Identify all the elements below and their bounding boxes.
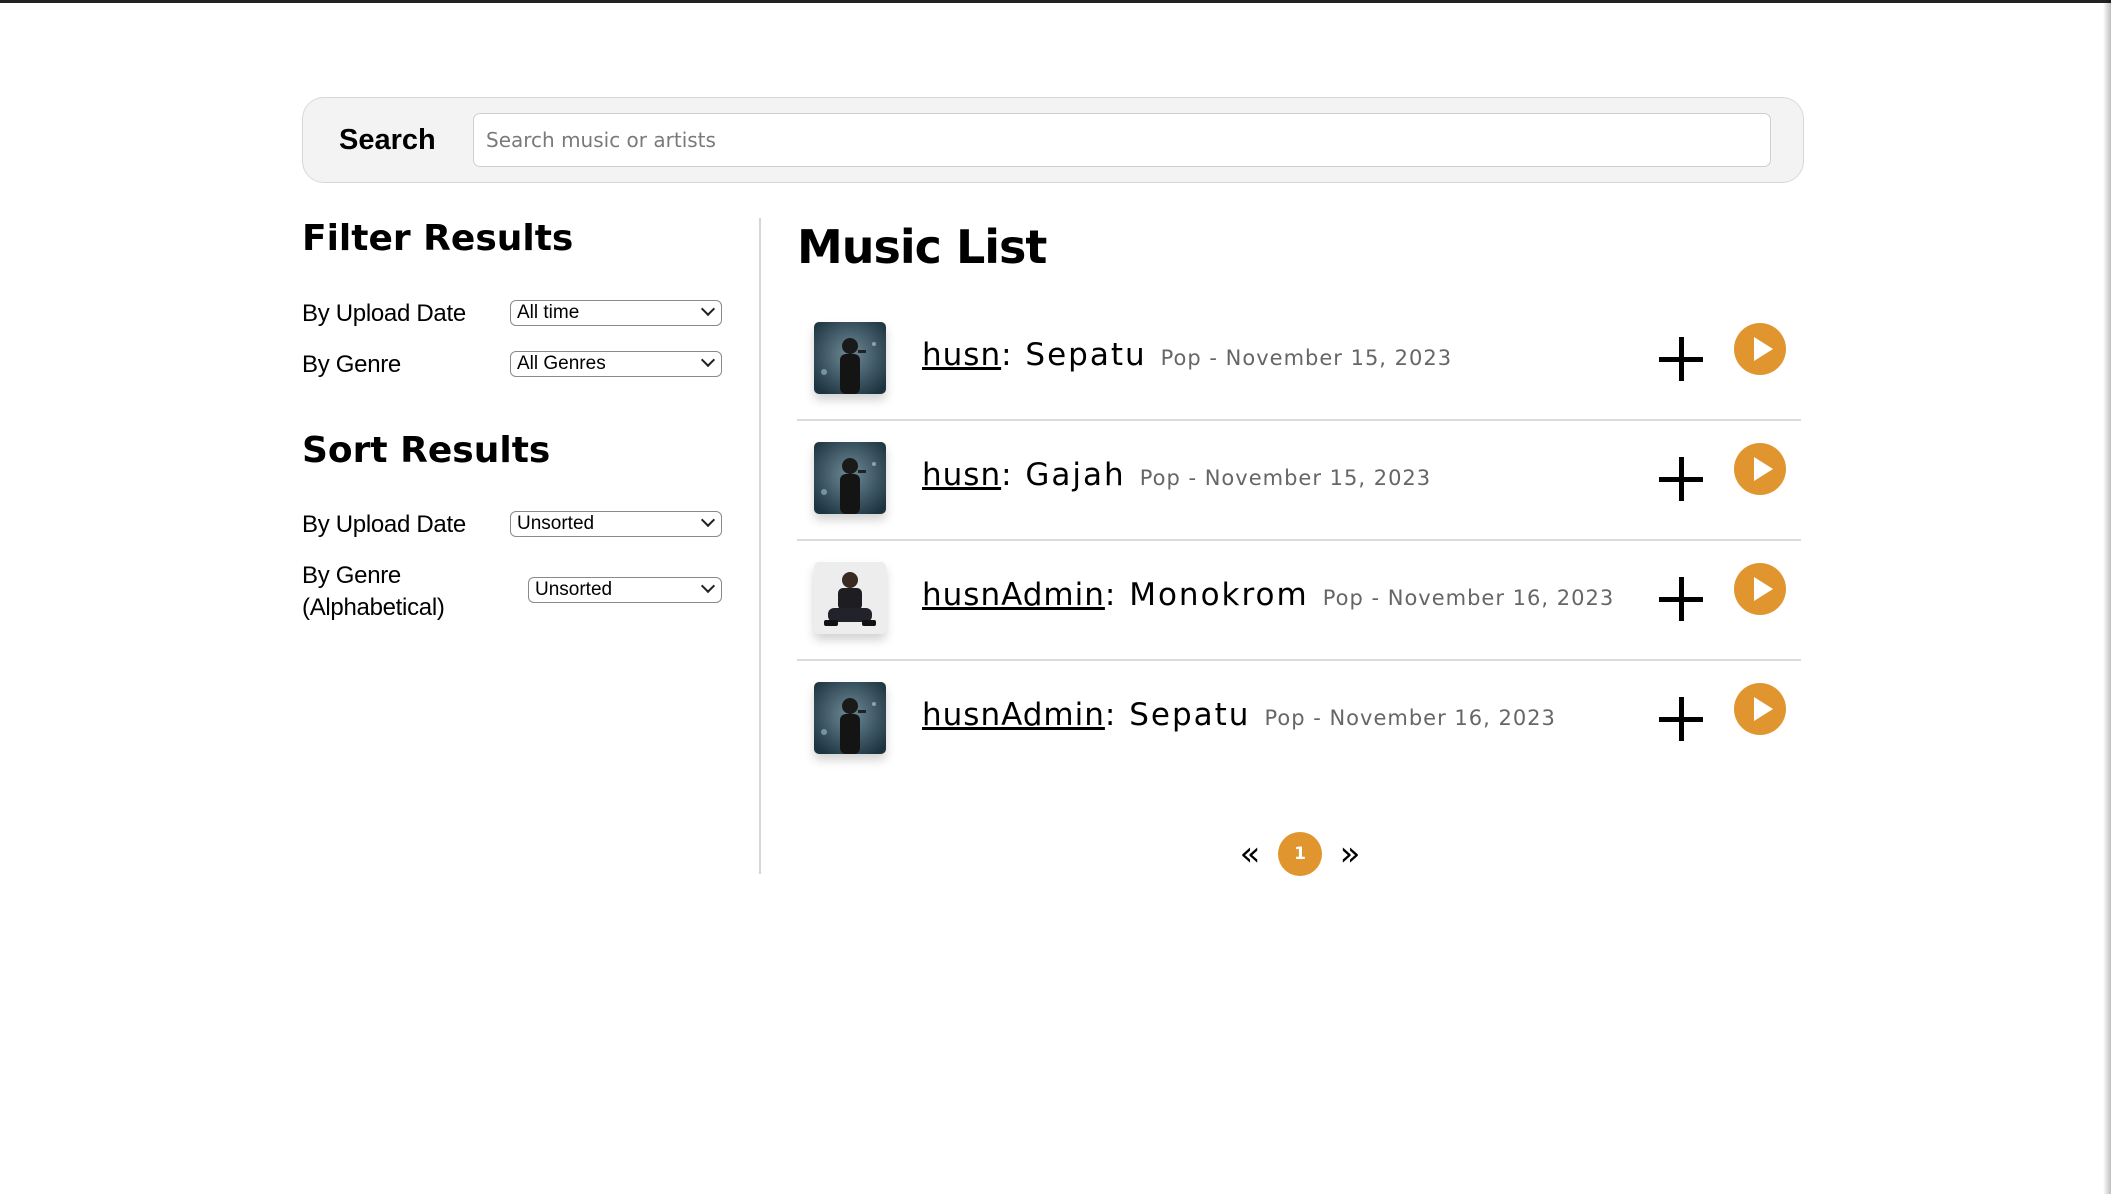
track-artist-link[interactable]: husn (922, 457, 1001, 493)
plus-icon[interactable] (1659, 457, 1703, 501)
chevron-down-icon (700, 512, 716, 528)
track-title: Gajah (1025, 457, 1126, 493)
filter-upload-date-row: By Upload Date All time (302, 298, 722, 338)
sort-genre-row: By Genre (Alphabetical) Unsorted (302, 560, 722, 630)
track-title: Sepatu (1129, 697, 1251, 733)
filter-genre-value: All Genres (517, 353, 606, 374)
sort-upload-date-select[interactable]: Unsorted (510, 511, 722, 537)
filter-genre-row: By Genre All Genres (302, 349, 722, 389)
play-icon (1754, 577, 1773, 601)
pagination-prev[interactable]: « (1230, 834, 1270, 874)
track-text: husnAdmin: Sepatu Pop - November 16, 202… (922, 697, 1556, 733)
track-meta: Pop - November 16, 2023 (1322, 586, 1615, 610)
play-button[interactable] (1734, 683, 1786, 735)
play-icon (1754, 337, 1773, 361)
filter-upload-date-select[interactable]: All time (510, 300, 722, 326)
track-colon: : (1104, 697, 1130, 733)
search-input[interactable] (473, 113, 1771, 167)
track-colon: : (1104, 577, 1130, 613)
plus-icon[interactable] (1659, 337, 1703, 381)
track-title: Sepatu (1025, 337, 1147, 373)
track-meta: Pop - November 15, 2023 (1160, 346, 1453, 370)
sort-genre-label: By Genre (Alphabetical) (302, 560, 445, 624)
track-cover-image[interactable] (814, 562, 886, 634)
play-button[interactable] (1734, 443, 1786, 495)
sort-genre-label-line2: (Alphabetical) (302, 594, 445, 621)
track-artist-link[interactable]: husn (922, 337, 1001, 373)
track-row: husn: Sepatu Pop - November 15, 2023 (797, 301, 1801, 421)
track-cover-image[interactable] (814, 322, 886, 394)
chevron-down-icon (700, 301, 716, 317)
track-meta: Pop - November 16, 2023 (1264, 706, 1556, 730)
track-row: husn: Gajah Pop - November 15, 2023 (797, 421, 1801, 541)
sort-genre-value: Unsorted (535, 579, 613, 600)
filter-genre-label: By Genre (302, 351, 401, 378)
play-button[interactable] (1734, 323, 1786, 375)
filter-upload-date-value: All time (517, 302, 580, 323)
sort-upload-date-value: Unsorted (517, 513, 595, 534)
track-artist-link[interactable]: husnAdmin (922, 697, 1105, 733)
filter-results-title: Filter Results (302, 218, 574, 259)
filter-upload-date-label: By Upload Date (302, 300, 466, 327)
track-row: husnAdmin: Monokrom Pop - November 16, 2… (797, 541, 1801, 661)
play-icon (1754, 697, 1773, 721)
track-text: husnAdmin: Monokrom Pop - November 16, 2… (922, 577, 1614, 613)
track-artist-link[interactable]: husnAdmin (922, 577, 1105, 613)
track-meta: Pop - November 15, 2023 (1139, 466, 1432, 490)
plus-icon[interactable] (1659, 697, 1703, 741)
chevron-down-icon (700, 578, 716, 594)
track-text: husn: Sepatu Pop - November 15, 2023 (922, 337, 1452, 373)
track-row: husnAdmin: Sepatu Pop - November 16, 202… (797, 661, 1801, 781)
track-colon: : (1001, 457, 1026, 493)
pagination-next[interactable]: » (1330, 834, 1370, 874)
sidebar-divider (759, 218, 761, 874)
play-button[interactable] (1734, 563, 1786, 615)
search-bar: Search (302, 97, 1804, 183)
pagination-current-page[interactable]: 1 (1278, 832, 1322, 876)
sort-upload-date-label: By Upload Date (302, 511, 466, 538)
filter-genre-select[interactable]: All Genres (510, 351, 722, 377)
pagination: « 1 » (1230, 832, 1370, 876)
sort-genre-label-line1: By Genre (302, 562, 401, 589)
search-label: Search (339, 123, 436, 156)
track-text: husn: Gajah Pop - November 15, 2023 (922, 457, 1431, 493)
window-top-border (0, 0, 2111, 3)
chevron-down-icon (700, 352, 716, 368)
track-title: Monokrom (1129, 577, 1309, 613)
sort-genre-select[interactable]: Unsorted (528, 577, 722, 603)
play-icon (1754, 457, 1773, 481)
sort-results-title: Sort Results (302, 430, 551, 471)
track-cover-image[interactable] (814, 682, 886, 754)
plus-icon[interactable] (1659, 577, 1703, 621)
sort-upload-date-row: By Upload Date Unsorted (302, 509, 722, 549)
track-colon: : (1001, 337, 1026, 373)
music-list-title: Music List (797, 220, 1047, 274)
track-cover-image[interactable] (814, 442, 886, 514)
window-edge-shadow (2103, 0, 2111, 1194)
